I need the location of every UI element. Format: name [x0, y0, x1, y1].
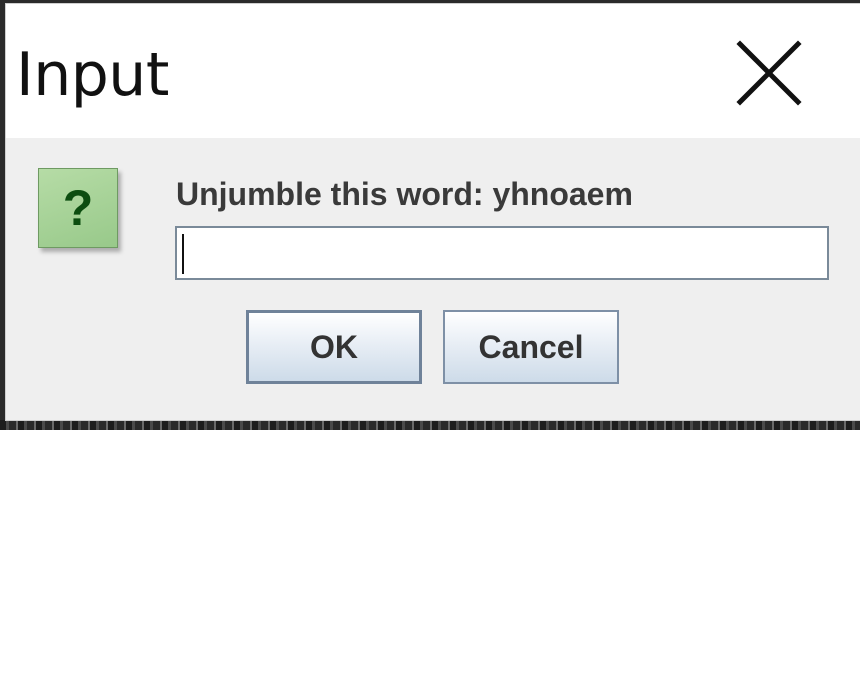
question-glyph: ?	[62, 180, 94, 236]
cancel-button[interactable]: Cancel	[443, 310, 619, 384]
answer-input[interactable]	[175, 226, 829, 280]
question-icon: ?	[38, 168, 118, 248]
close-button[interactable]	[718, 28, 808, 118]
prompt-label: Unjumble this word: yhnoaem	[176, 176, 633, 212]
dialog-title: Input	[16, 40, 169, 110]
input-dialog: Input ? Unjumble this word: yhnoaem OK C…	[6, 4, 860, 420]
screen: Input ? Unjumble this word: yhnoaem OK C…	[0, 0, 860, 675]
close-icon	[736, 40, 802, 106]
dialog-titlebar[interactable]: Input	[6, 4, 860, 138]
ok-button[interactable]: OK	[246, 310, 422, 384]
